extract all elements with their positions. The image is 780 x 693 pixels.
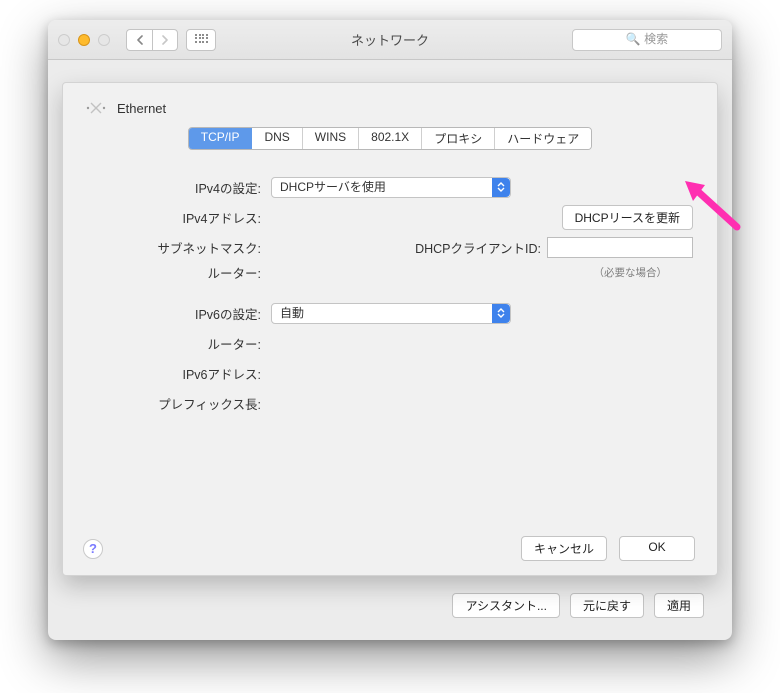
label-ipv4-config: IPv4の設定: bbox=[85, 178, 271, 197]
back-forward-group bbox=[126, 29, 178, 51]
search-input[interactable]: 🔍 検索 bbox=[572, 29, 722, 51]
tab-bar: TCP/IP DNS WINS 802.1X プロキシ ハードウェア bbox=[85, 127, 695, 150]
close-icon[interactable] bbox=[58, 34, 70, 46]
tab-wins[interactable]: WINS bbox=[303, 128, 359, 149]
help-button[interactable]: ? bbox=[83, 539, 103, 559]
ok-button[interactable]: OK bbox=[619, 536, 695, 561]
traffic-lights bbox=[58, 34, 110, 46]
titlebar: ネットワーク 🔍 検索 bbox=[48, 20, 732, 60]
label-dhcp-client-id: DHCPクライアントID: bbox=[415, 238, 541, 257]
select-ipv6-config[interactable]: 自動 bbox=[271, 303, 511, 324]
tab-tcpip[interactable]: TCP/IP bbox=[189, 128, 253, 149]
chevron-up-down-icon bbox=[492, 178, 510, 197]
zoom-icon[interactable] bbox=[98, 34, 110, 46]
revert-button[interactable]: 元に戻す bbox=[570, 593, 644, 618]
search-placeholder: 検索 bbox=[644, 32, 668, 46]
select-ipv4-config-value: DHCPサーバを使用 bbox=[280, 180, 386, 194]
forward-button[interactable] bbox=[152, 29, 178, 51]
chevron-up-down-icon bbox=[492, 304, 510, 323]
label-router6: ルーター: bbox=[85, 334, 271, 353]
cancel-button[interactable]: キャンセル bbox=[521, 536, 607, 561]
label-router4: ルーター: bbox=[85, 263, 271, 282]
dhcp-client-id-input[interactable] bbox=[547, 237, 693, 258]
form-area: IPv4の設定: DHCPサーバを使用 IPv4アドレス: bbox=[85, 172, 695, 418]
tab-8021x[interactable]: 802.1X bbox=[359, 128, 422, 149]
show-all-button[interactable] bbox=[186, 29, 216, 51]
select-ipv4-config[interactable]: DHCPサーバを使用 bbox=[271, 177, 511, 198]
label-if-needed: （必要な場合） bbox=[594, 265, 668, 280]
tab-proxy[interactable]: プロキシ bbox=[422, 128, 495, 149]
minimize-icon[interactable] bbox=[78, 34, 90, 46]
background-buttons: アシスタント... 元に戻す 適用 bbox=[452, 593, 704, 618]
label-subnet: サブネットマスク: bbox=[85, 238, 271, 257]
window: ネットワーク 🔍 検索 アシスタント... 元に戻す 適用 bbox=[48, 20, 732, 640]
label-ipv6-addr: IPv6アドレス: bbox=[85, 364, 271, 383]
back-button[interactable] bbox=[126, 29, 152, 51]
label-prefix-len: プレフィックス長: bbox=[85, 394, 271, 413]
grid-icon bbox=[195, 34, 207, 46]
label-ipv4-addr: IPv4アドレス: bbox=[85, 208, 271, 227]
settings-sheet: Ethernet TCP/IP DNS WINS 802.1X プロキシ ハード… bbox=[62, 82, 718, 576]
tab-dns[interactable]: DNS bbox=[252, 128, 302, 149]
select-ipv6-config-value: 自動 bbox=[280, 306, 304, 320]
ethernet-icon bbox=[85, 97, 107, 119]
assistant-button[interactable]: アシスタント... bbox=[452, 593, 560, 618]
label-ipv6-config: IPv6の設定: bbox=[85, 304, 271, 323]
renew-dhcp-lease-button[interactable]: DHCPリースを更新 bbox=[562, 205, 693, 230]
tab-hardware[interactable]: ハードウェア bbox=[495, 128, 591, 149]
sheet-header: Ethernet bbox=[117, 101, 166, 116]
apply-button[interactable]: 適用 bbox=[654, 593, 704, 618]
